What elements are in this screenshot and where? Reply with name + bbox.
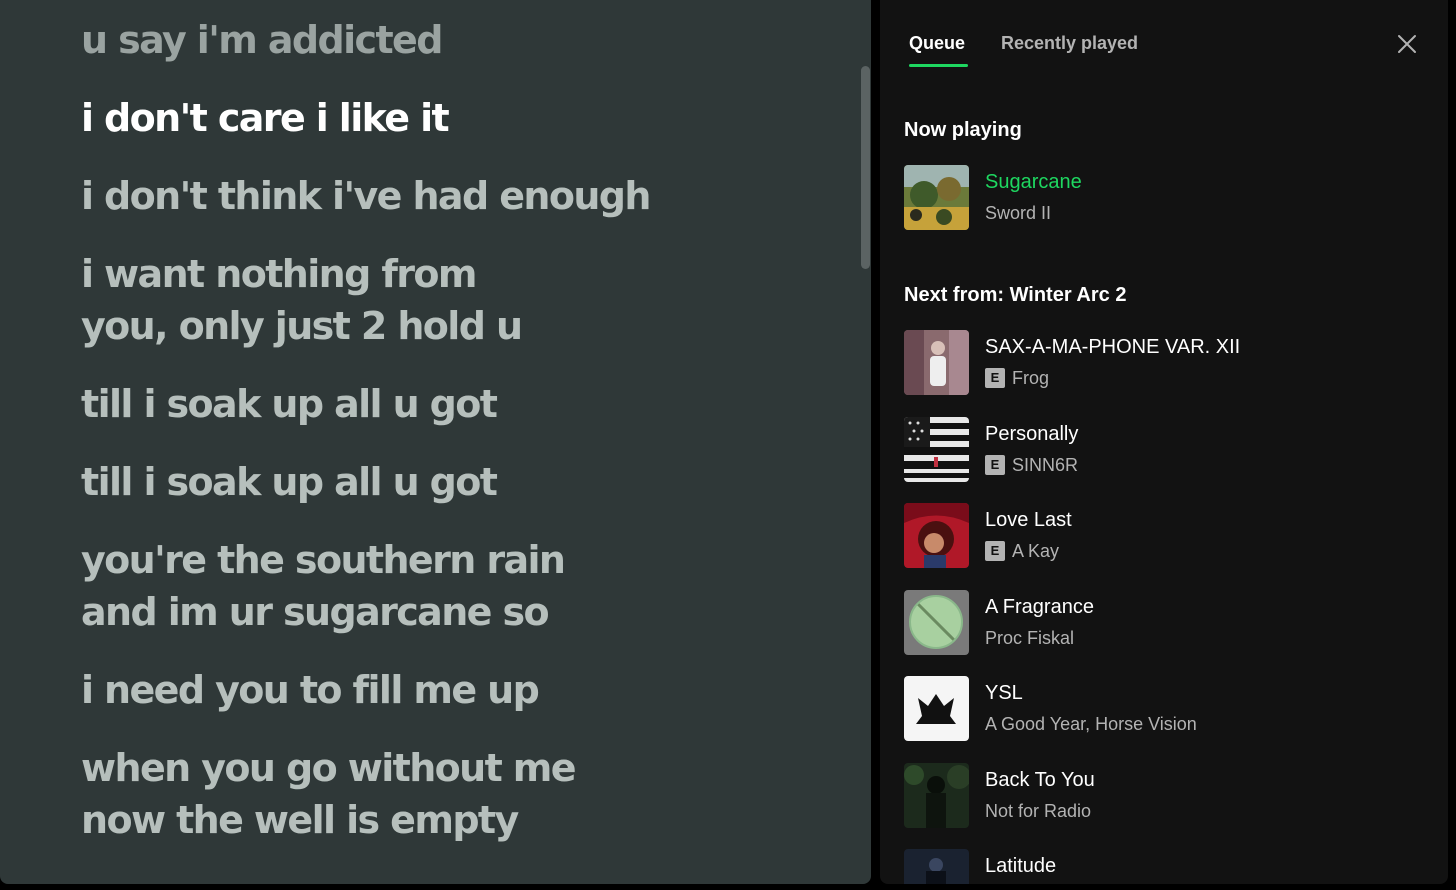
queue-track[interactable]: SAX-A-MA-PHONE VAR. XII E Frog xyxy=(904,330,1424,396)
lyric-line[interactable]: and im ur sugarcane so xyxy=(81,586,550,638)
track-artist[interactable]: Proc Fiskal xyxy=(985,626,1074,650)
close-icon xyxy=(1398,35,1416,53)
track-title[interactable]: Latitude xyxy=(985,853,1056,879)
album-art xyxy=(904,590,969,655)
album-art xyxy=(904,165,969,230)
explicit-badge: E xyxy=(985,455,1005,475)
track-artist[interactable]: Not for Radio xyxy=(985,799,1091,823)
lyric-line[interactable]: when you go without me xyxy=(81,742,577,794)
track-artist[interactable]: A Good Year, Horse Vision xyxy=(985,712,1197,736)
queue-track[interactable]: A Fragrance Proc Fiskal xyxy=(904,590,1424,656)
track-subtitle: E SINN6R xyxy=(985,453,1078,477)
album-art xyxy=(904,503,969,568)
album-art xyxy=(904,330,969,395)
lyric-line[interactable]: till i soak up all u got xyxy=(81,378,498,430)
track-title[interactable]: YSL xyxy=(985,680,1023,706)
next-from-heading: Next from: Winter Arc 2 xyxy=(904,284,1127,306)
queue-track[interactable]: Love Last E A Kay xyxy=(904,503,1424,569)
active-tab-indicator xyxy=(909,64,968,67)
explicit-badge: E xyxy=(985,368,1005,388)
queue-track[interactable]: Latitude xyxy=(904,849,1424,884)
lyrics-scrollbar[interactable] xyxy=(861,66,870,269)
queue-track[interactable]: Personally E SINN6R xyxy=(904,417,1424,483)
now-playing-track[interactable]: Sugarcane Sword II xyxy=(904,165,1424,231)
tab-recently-played[interactable]: Recently played xyxy=(1001,31,1138,55)
track-artist[interactable]: SINN6R xyxy=(1012,453,1078,477)
album-art xyxy=(904,763,969,828)
now-playing-heading: Now playing xyxy=(904,119,1022,141)
lyric-line[interactable]: i don't think i've had enough xyxy=(81,170,651,222)
track-artist[interactable]: A Kay xyxy=(1012,539,1059,563)
lyric-line-partial xyxy=(81,879,581,884)
lyric-line-current[interactable]: i don't care i like it xyxy=(81,92,450,144)
track-subtitle: E Frog xyxy=(985,366,1049,390)
album-art xyxy=(904,676,969,741)
track-artist[interactable]: Frog xyxy=(1012,366,1049,390)
lyric-line[interactable]: i want nothing from xyxy=(81,248,478,300)
track-title[interactable]: SAX-A-MA-PHONE VAR. XII xyxy=(985,334,1240,360)
track-subtitle: E A Kay xyxy=(985,539,1059,563)
track-title[interactable]: Personally xyxy=(985,421,1078,447)
queue-track[interactable]: YSL A Good Year, Horse Vision xyxy=(904,676,1424,742)
lyrics-panel[interactable]: u say i'm addicted i don't care i like i… xyxy=(0,0,871,884)
track-title[interactable]: Back To You xyxy=(985,767,1095,793)
lyric-line[interactable]: u say i'm addicted xyxy=(81,14,443,66)
lyric-line[interactable]: you, only just 2 hold u xyxy=(81,300,523,352)
track-title[interactable]: Love Last xyxy=(985,507,1072,533)
close-button[interactable] xyxy=(1392,31,1422,57)
album-art xyxy=(904,417,969,482)
queue-track[interactable]: Back To You Not for Radio xyxy=(904,763,1424,829)
album-art xyxy=(904,849,969,884)
lyric-line[interactable]: now the well is empty xyxy=(81,794,519,846)
lyric-line[interactable]: you're the southern rain xyxy=(81,534,566,586)
track-title[interactable]: A Fragrance xyxy=(985,594,1094,620)
queue-panel: Queue Recently played Now playing Sugarc… xyxy=(880,0,1448,884)
lyric-line[interactable]: till i soak up all u got xyxy=(81,456,498,508)
track-title[interactable]: Sugarcane xyxy=(985,169,1082,195)
track-artist[interactable]: Sword II xyxy=(985,201,1051,225)
tab-queue[interactable]: Queue xyxy=(909,31,965,55)
explicit-badge: E xyxy=(985,541,1005,561)
lyric-line[interactable]: i need you to fill me up xyxy=(81,664,540,716)
